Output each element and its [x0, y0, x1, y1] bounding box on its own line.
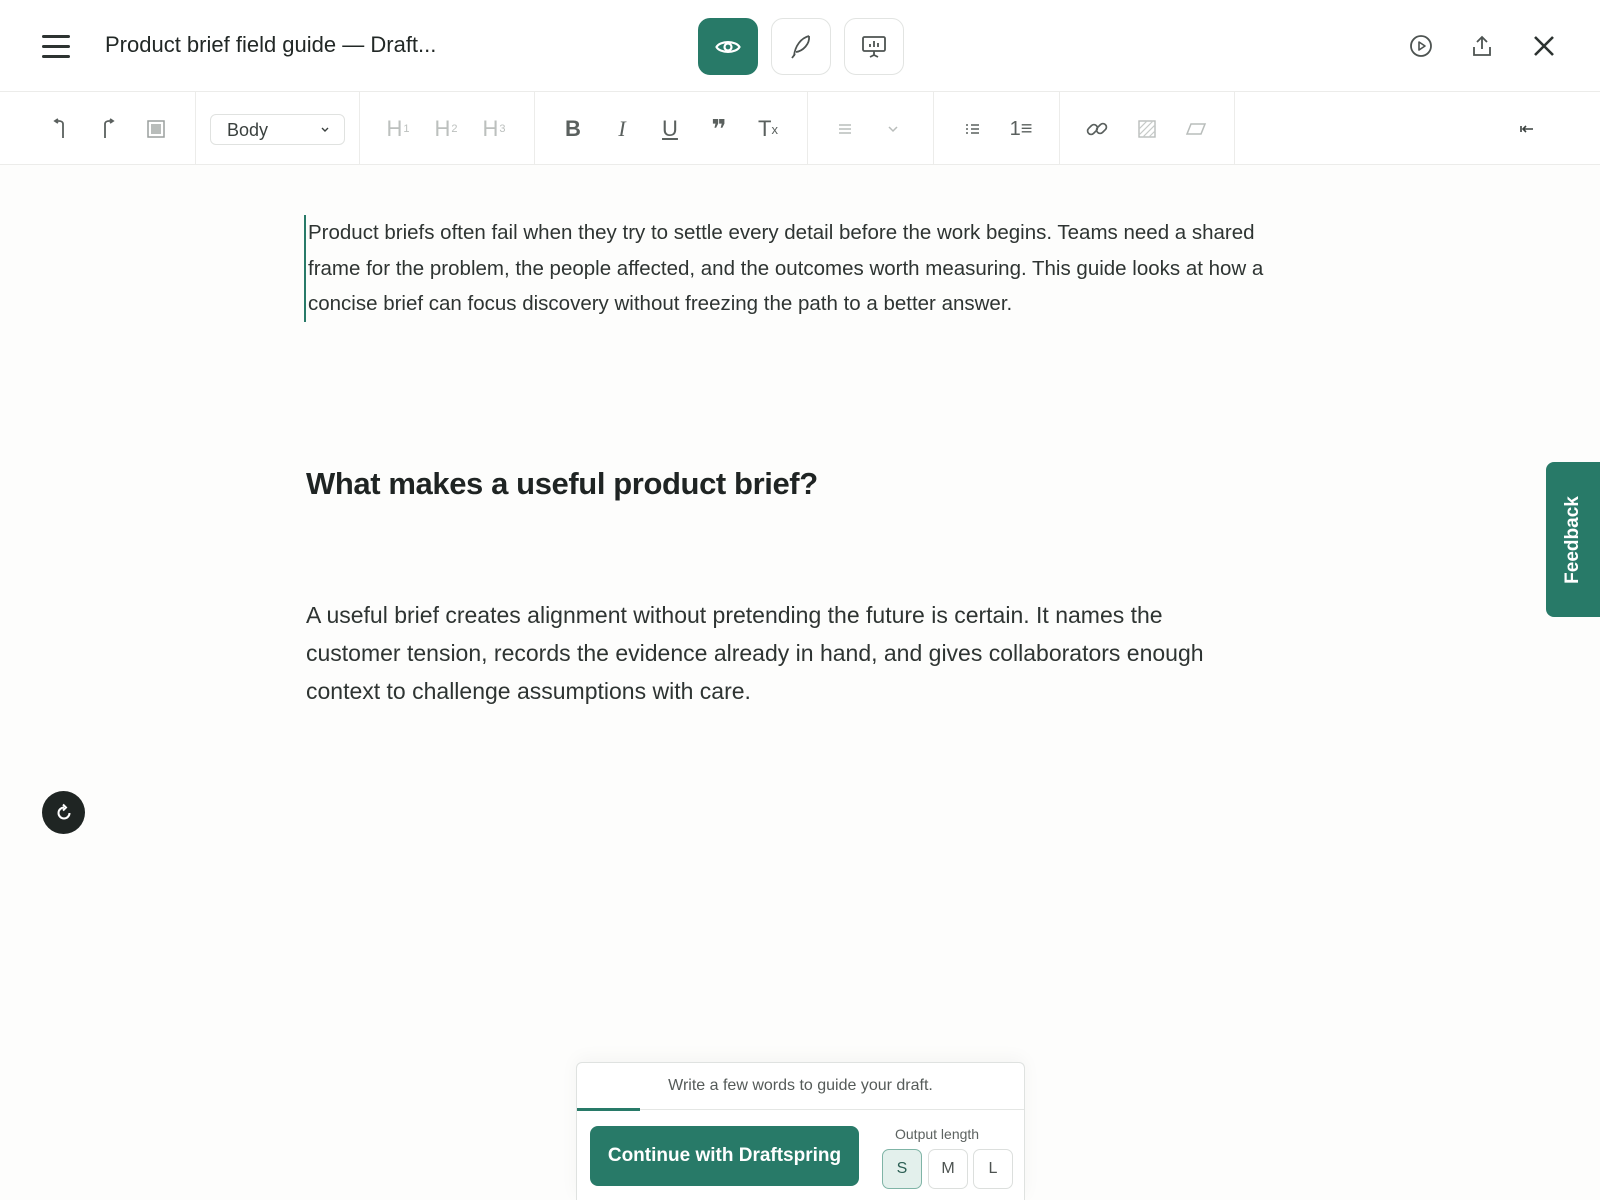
intro-paragraph[interactable]: Product briefs often fail when they try …: [304, 215, 1296, 322]
eye-icon: [715, 40, 741, 53]
image-icon: [1138, 120, 1156, 138]
redo-button[interactable]: [89, 110, 127, 148]
heading-3-label: H: [482, 116, 499, 141]
preview-mode-button[interactable]: [698, 18, 758, 75]
present-mode-button[interactable]: [844, 18, 904, 75]
italic-button[interactable]: I: [603, 110, 641, 148]
undo-button[interactable]: [41, 110, 79, 148]
draft-guidance-input[interactable]: [577, 1063, 1024, 1110]
length-large-button[interactable]: L: [973, 1149, 1013, 1189]
link-button[interactable]: [1078, 110, 1116, 148]
align-dropdown-button[interactable]: [874, 110, 912, 148]
play-circle-icon: [1410, 35, 1432, 57]
align-left-icon: [839, 124, 851, 134]
heading-3-level: 3: [499, 123, 506, 135]
paragraph-style-select[interactable]: Body: [210, 114, 345, 145]
clear-format-sub: x: [771, 121, 778, 137]
output-length-label: Output length: [895, 1126, 980, 1142]
length-medium-button[interactable]: M: [928, 1149, 968, 1189]
heading-3-button[interactable]: H3: [475, 110, 513, 148]
heading-2-button[interactable]: H2: [427, 110, 465, 148]
eraser-icon: [1185, 123, 1207, 135]
blockquote-button[interactable]: ❞: [700, 110, 738, 148]
heading-1-button[interactable]: H1: [379, 110, 417, 148]
collapse-arrow-icon: [1520, 125, 1533, 133]
play-button[interactable]: [1403, 28, 1439, 64]
link-icon: [1086, 122, 1108, 136]
chevron-down-icon: [888, 126, 898, 133]
draft-assist-panel: Continue with Draftspring Output length …: [576, 1062, 1025, 1200]
heading-1-label: H: [386, 116, 403, 141]
image-button[interactable]: [1128, 110, 1166, 148]
numbered-list-icon: 1≡: [1009, 117, 1033, 140]
input-focus-indicator: [577, 1108, 640, 1111]
presentation-icon: [862, 35, 886, 58]
feedback-tab[interactable]: Feedback: [1546, 462, 1600, 617]
heading-2-label: H: [434, 116, 451, 141]
document-editor[interactable]: Product briefs often fail when they try …: [304, 215, 1296, 322]
numbered-list-button[interactable]: 1≡: [1002, 110, 1040, 148]
select-box-icon: [147, 120, 165, 138]
select-all-button[interactable]: [137, 110, 175, 148]
close-icon: [1534, 36, 1554, 56]
undo-icon: [53, 118, 64, 138]
underline-button[interactable]: U: [651, 110, 689, 148]
bullet-list-button[interactable]: [953, 110, 991, 148]
length-small-button[interactable]: S: [882, 1149, 922, 1189]
refresh-icon: [57, 803, 70, 819]
continue-with-draftspring-button[interactable]: Continue with Draftspring: [590, 1126, 859, 1186]
document-title[interactable]: Product brief field guide — Draft...: [105, 32, 436, 58]
eraser-button[interactable]: [1177, 110, 1215, 148]
refresh-button[interactable]: [42, 791, 85, 834]
formatting-toolbar: Body H1 H2 H3 B I U ❞ Tx 1≡: [0, 92, 1600, 165]
heading-1-level: 1: [403, 123, 410, 135]
heading-2-level: 2: [451, 123, 458, 135]
share-button[interactable]: [1464, 28, 1500, 64]
quill-icon: [791, 34, 810, 59]
bullet-list-icon: [966, 124, 979, 134]
body-paragraph[interactable]: A useful brief creates alignment without…: [306, 596, 1256, 710]
clear-formatting-button[interactable]: Tx: [749, 110, 787, 148]
chevron-down-icon: [321, 127, 329, 132]
redo-icon: [104, 118, 115, 138]
section-heading[interactable]: What makes a useful product brief?: [306, 466, 818, 502]
close-button[interactable]: [1526, 28, 1562, 64]
collapse-toolbar-button[interactable]: [1508, 110, 1546, 148]
paragraph-style-value: Body: [227, 120, 269, 140]
quote-icon: ❞: [711, 113, 727, 144]
edit-mode-button[interactable]: [771, 18, 831, 75]
clear-format-icon: T: [758, 116, 772, 141]
bold-button[interactable]: B: [554, 110, 592, 148]
align-button[interactable]: [826, 110, 864, 148]
menu-icon[interactable]: [38, 30, 74, 62]
top-bar: Product brief field guide — Draft...: [0, 0, 1600, 92]
share-icon: [1473, 35, 1491, 56]
feedback-label: Feedback: [1562, 495, 1583, 584]
